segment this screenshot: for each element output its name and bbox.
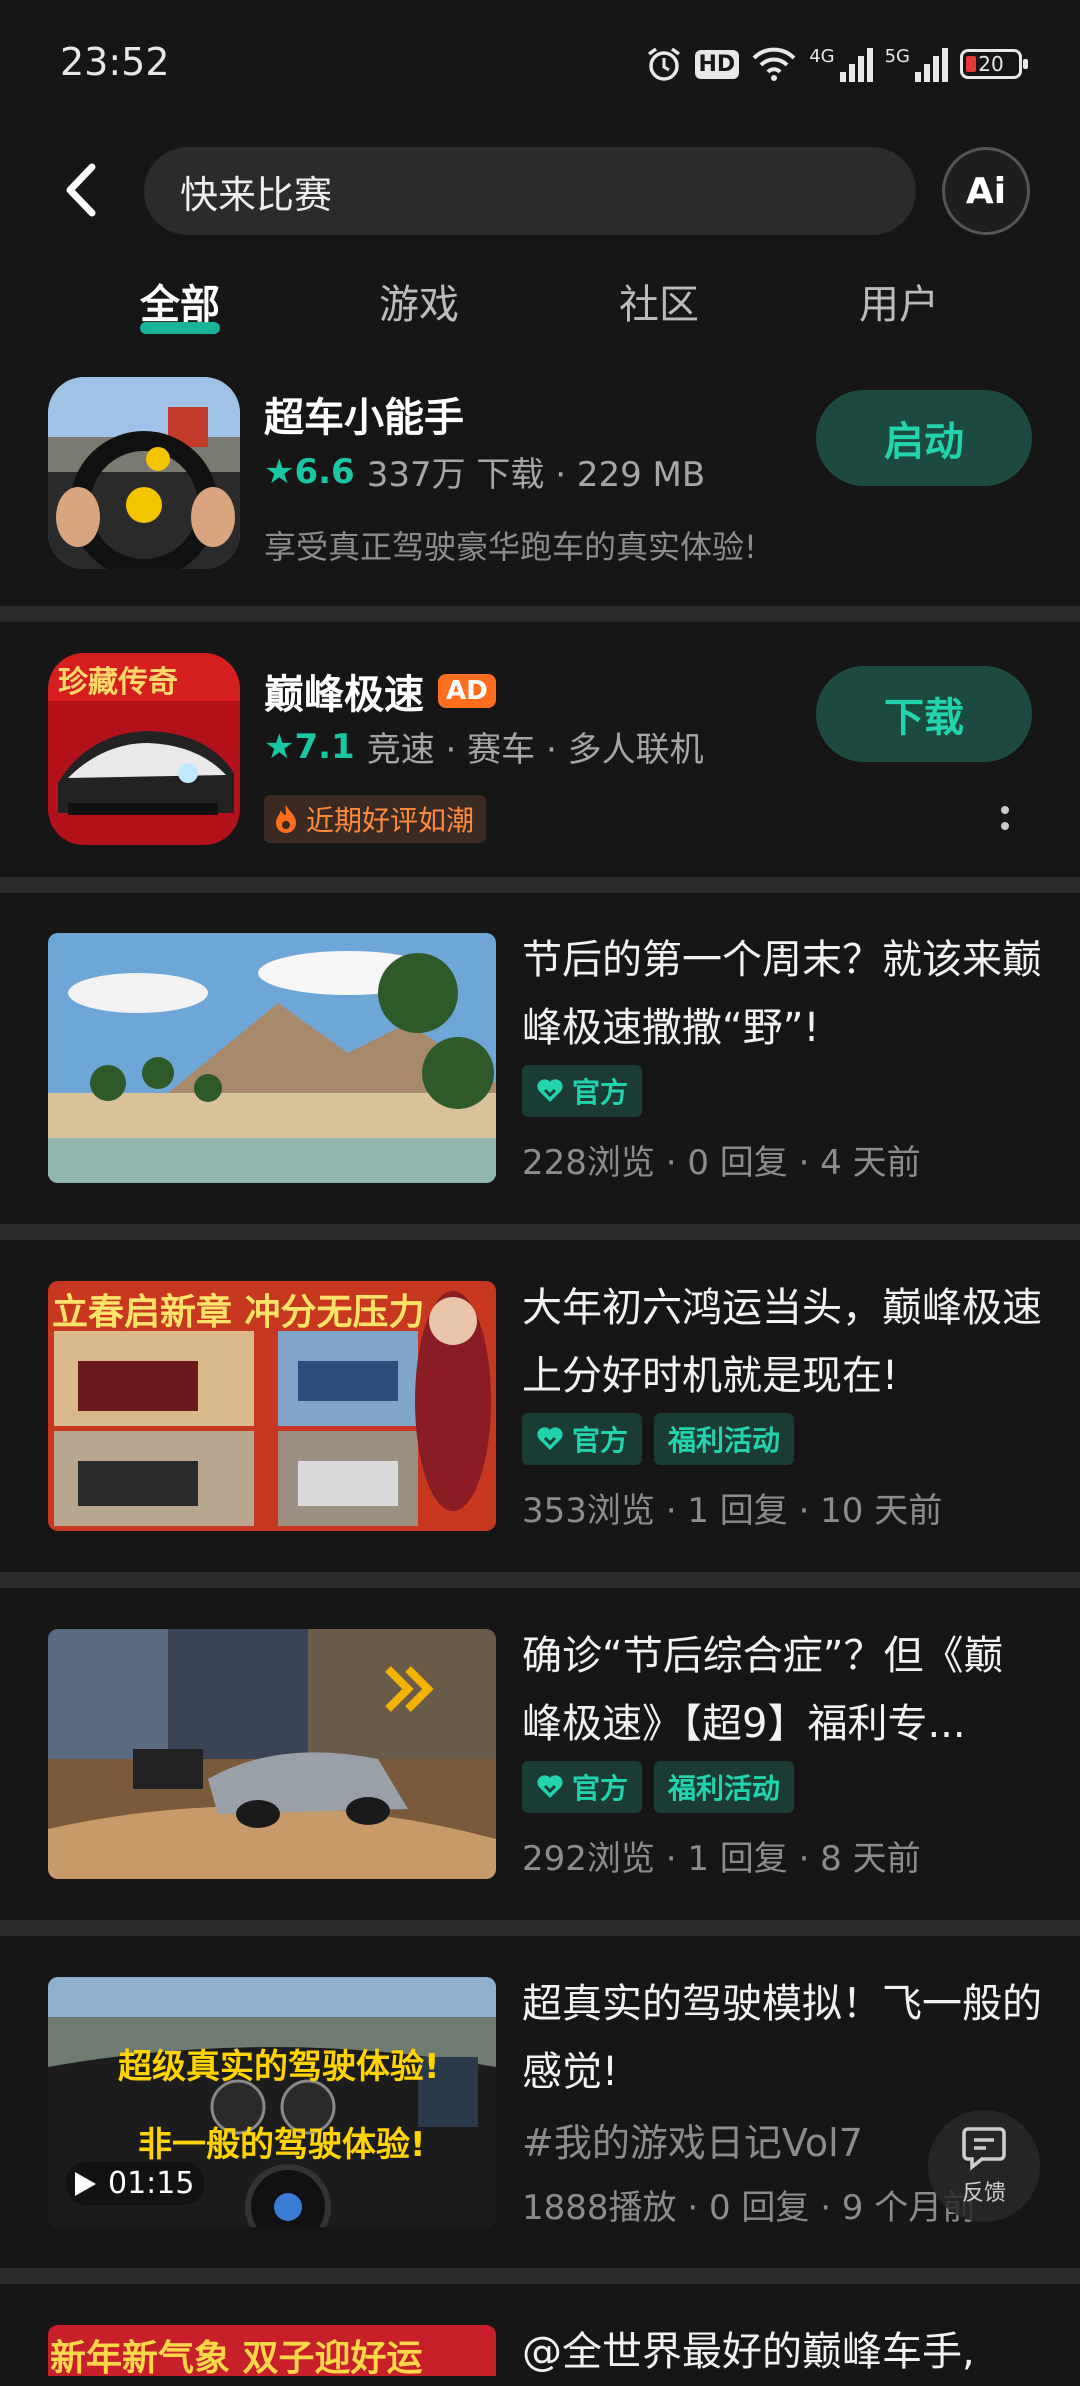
official-heart-icon (537, 1079, 563, 1102)
post-thumbnail[interactable]: 新年新气象 双子迎好运 (48, 2325, 496, 2376)
divider (0, 1920, 1080, 1936)
thumbnail-caption-1: 超级真实的驾驶体验! (118, 2047, 440, 2087)
tab-all-label: 全部 (140, 282, 220, 328)
post-tags: 官方 (522, 1065, 643, 1117)
app-stats: 337万 下载 · 229 MB (366, 455, 706, 495)
post-title[interactable]: 节后的第一个周末？就该来巅峰极速撒撒“野”! (522, 926, 1042, 1062)
thumbnail-caption: 立春启新章 冲分无压力 (52, 1292, 425, 1333)
steering-wheel-icon (48, 377, 240, 569)
more-options-icon[interactable] (995, 800, 1015, 840)
hot-tag-text: 近期好评如潮 (306, 804, 475, 837)
desert-oasis-image (48, 933, 496, 1183)
official-tag: 官方 (522, 1413, 643, 1465)
feedback-button[interactable]: 反馈 (928, 2110, 1040, 2222)
back-button[interactable] (52, 155, 112, 225)
divider (0, 877, 1080, 893)
signal-5g-icon: 5G (885, 46, 948, 82)
tab-community-label: 社区 (619, 282, 699, 328)
app-rating: ★7.1 (264, 726, 355, 767)
hot-tag: 近期好评如潮 (264, 795, 487, 843)
thumbnail-caption-2: 非一般的驾驶体验! (138, 2125, 426, 2165)
post-title[interactable]: 超真实的驾驶模拟！飞一般的感觉! (522, 1970, 1042, 2106)
official-heart-icon (537, 1427, 563, 1450)
download-button[interactable]: 下载 (816, 666, 1032, 762)
ad-badge: AD (438, 674, 496, 708)
video-duration: 01:15 (66, 2162, 205, 2205)
post-thumbnail[interactable] (48, 933, 496, 1183)
post-thumbnail[interactable] (48, 1629, 496, 1879)
app-meta: ★6.6 337万 下载 · 229 MB (264, 447, 705, 496)
divider (0, 2268, 1080, 2284)
hd-badge: HD (694, 49, 740, 79)
post-meta: 353浏览 · 1 回复 · 10 天前 (522, 1491, 943, 1531)
tab-users-label: 用户 (859, 282, 939, 328)
wifi-icon (752, 47, 796, 81)
search-query: 快来比赛 (180, 172, 333, 217)
welfare-tag: 福利活动 (654, 1413, 795, 1465)
ai-label: Ai (965, 170, 1007, 212)
app-name[interactable]: 超车小能手 (264, 385, 464, 443)
alarm-icon (647, 47, 680, 81)
feedback-label: 反馈 (961, 2181, 1006, 2206)
post-meta: 292浏览 · 1 回复 · 8 天前 (522, 1839, 921, 1879)
welfare-tag: 福利活动 (654, 1761, 795, 1813)
battery-icon: 20 (960, 49, 1028, 79)
post-meta: 1888播放 · 0 回复 · 9 个月前 (522, 2188, 977, 2228)
video-thumbnail[interactable]: 超级真实的驾驶体验! 非一般的驾驶体验! 01:15 (48, 1977, 496, 2227)
app-description: 享受真正驾驶豪华跑车的真实体验! (264, 528, 757, 566)
app-name-text: 巅峰极速 (264, 672, 424, 718)
divider (0, 1224, 1080, 1240)
tab-bar: 全部 游戏 社区 用户 (0, 272, 1080, 336)
play-icon (75, 2171, 96, 2196)
tab-all[interactable]: 全部 (140, 272, 220, 334)
status-icons: HD 4G 5G 20 (645, 40, 1028, 88)
post-tags: 官方 福利活动 (522, 1761, 795, 1813)
fire-icon (276, 805, 296, 833)
post-title[interactable]: 确诊“节后综合症”？但《巅峰极速》【超9】福利专... (522, 1622, 1042, 1758)
feedback-icon (962, 2127, 1006, 2171)
tab-users[interactable]: 用户 (859, 272, 939, 330)
app-rating: ★6.6 (264, 451, 355, 492)
launch-button-label: 启动 (884, 419, 964, 465)
tab-games-label: 游戏 (379, 282, 459, 328)
official-tag: 官方 (522, 1065, 643, 1117)
app-name-text: 超车小能手 (264, 395, 464, 441)
tab-games[interactable]: 游戏 (379, 272, 459, 330)
tab-community[interactable]: 社区 (619, 272, 699, 330)
post-title[interactable]: 大年初六鸿运当头，巅峰极速上分好时机就是现在! (522, 1274, 1042, 1410)
search-input[interactable]: 快来比赛 (144, 147, 916, 235)
battery-level: 20 (978, 52, 1004, 76)
status-time: 23:52 (60, 40, 170, 84)
app-icon-banner-text: 珍藏传奇 (58, 665, 178, 700)
official-tag: 官方 (522, 1761, 643, 1813)
post-hashtag[interactable]: #我的游戏日记Vol7 (522, 2112, 863, 2167)
download-button-label: 下载 (884, 695, 964, 741)
launch-button[interactable]: 启动 (816, 390, 1032, 486)
app-genres: 竞速 · 赛车 · 多人联机 (366, 730, 704, 770)
app-meta: ★7.1 竞速 · 赛车 · 多人联机 (264, 722, 704, 771)
back-arrow-icon (66, 163, 96, 217)
divider (0, 606, 1080, 622)
thumbnail-caption: 新年新气象 双子迎好运 (50, 2338, 423, 2376)
supercar-street-image (48, 1629, 496, 1879)
app-icon-supercar[interactable] (48, 377, 240, 569)
official-heart-icon (537, 1775, 563, 1798)
divider (0, 1572, 1080, 1588)
post-thumbnail[interactable]: 立春启新章 冲分无压力 (48, 1281, 496, 1531)
app-icon-peak-speed[interactable]: 珍藏传奇 (48, 653, 240, 845)
post-meta: 228浏览 · 0 回复 · 4 天前 (522, 1143, 921, 1183)
ai-button[interactable]: Ai (942, 147, 1030, 235)
post-tags: 官方 福利活动 (522, 1413, 795, 1465)
signal-4g-icon: 4G (809, 46, 873, 82)
app-name-ad[interactable]: 巅峰极速 AD (264, 662, 496, 720)
